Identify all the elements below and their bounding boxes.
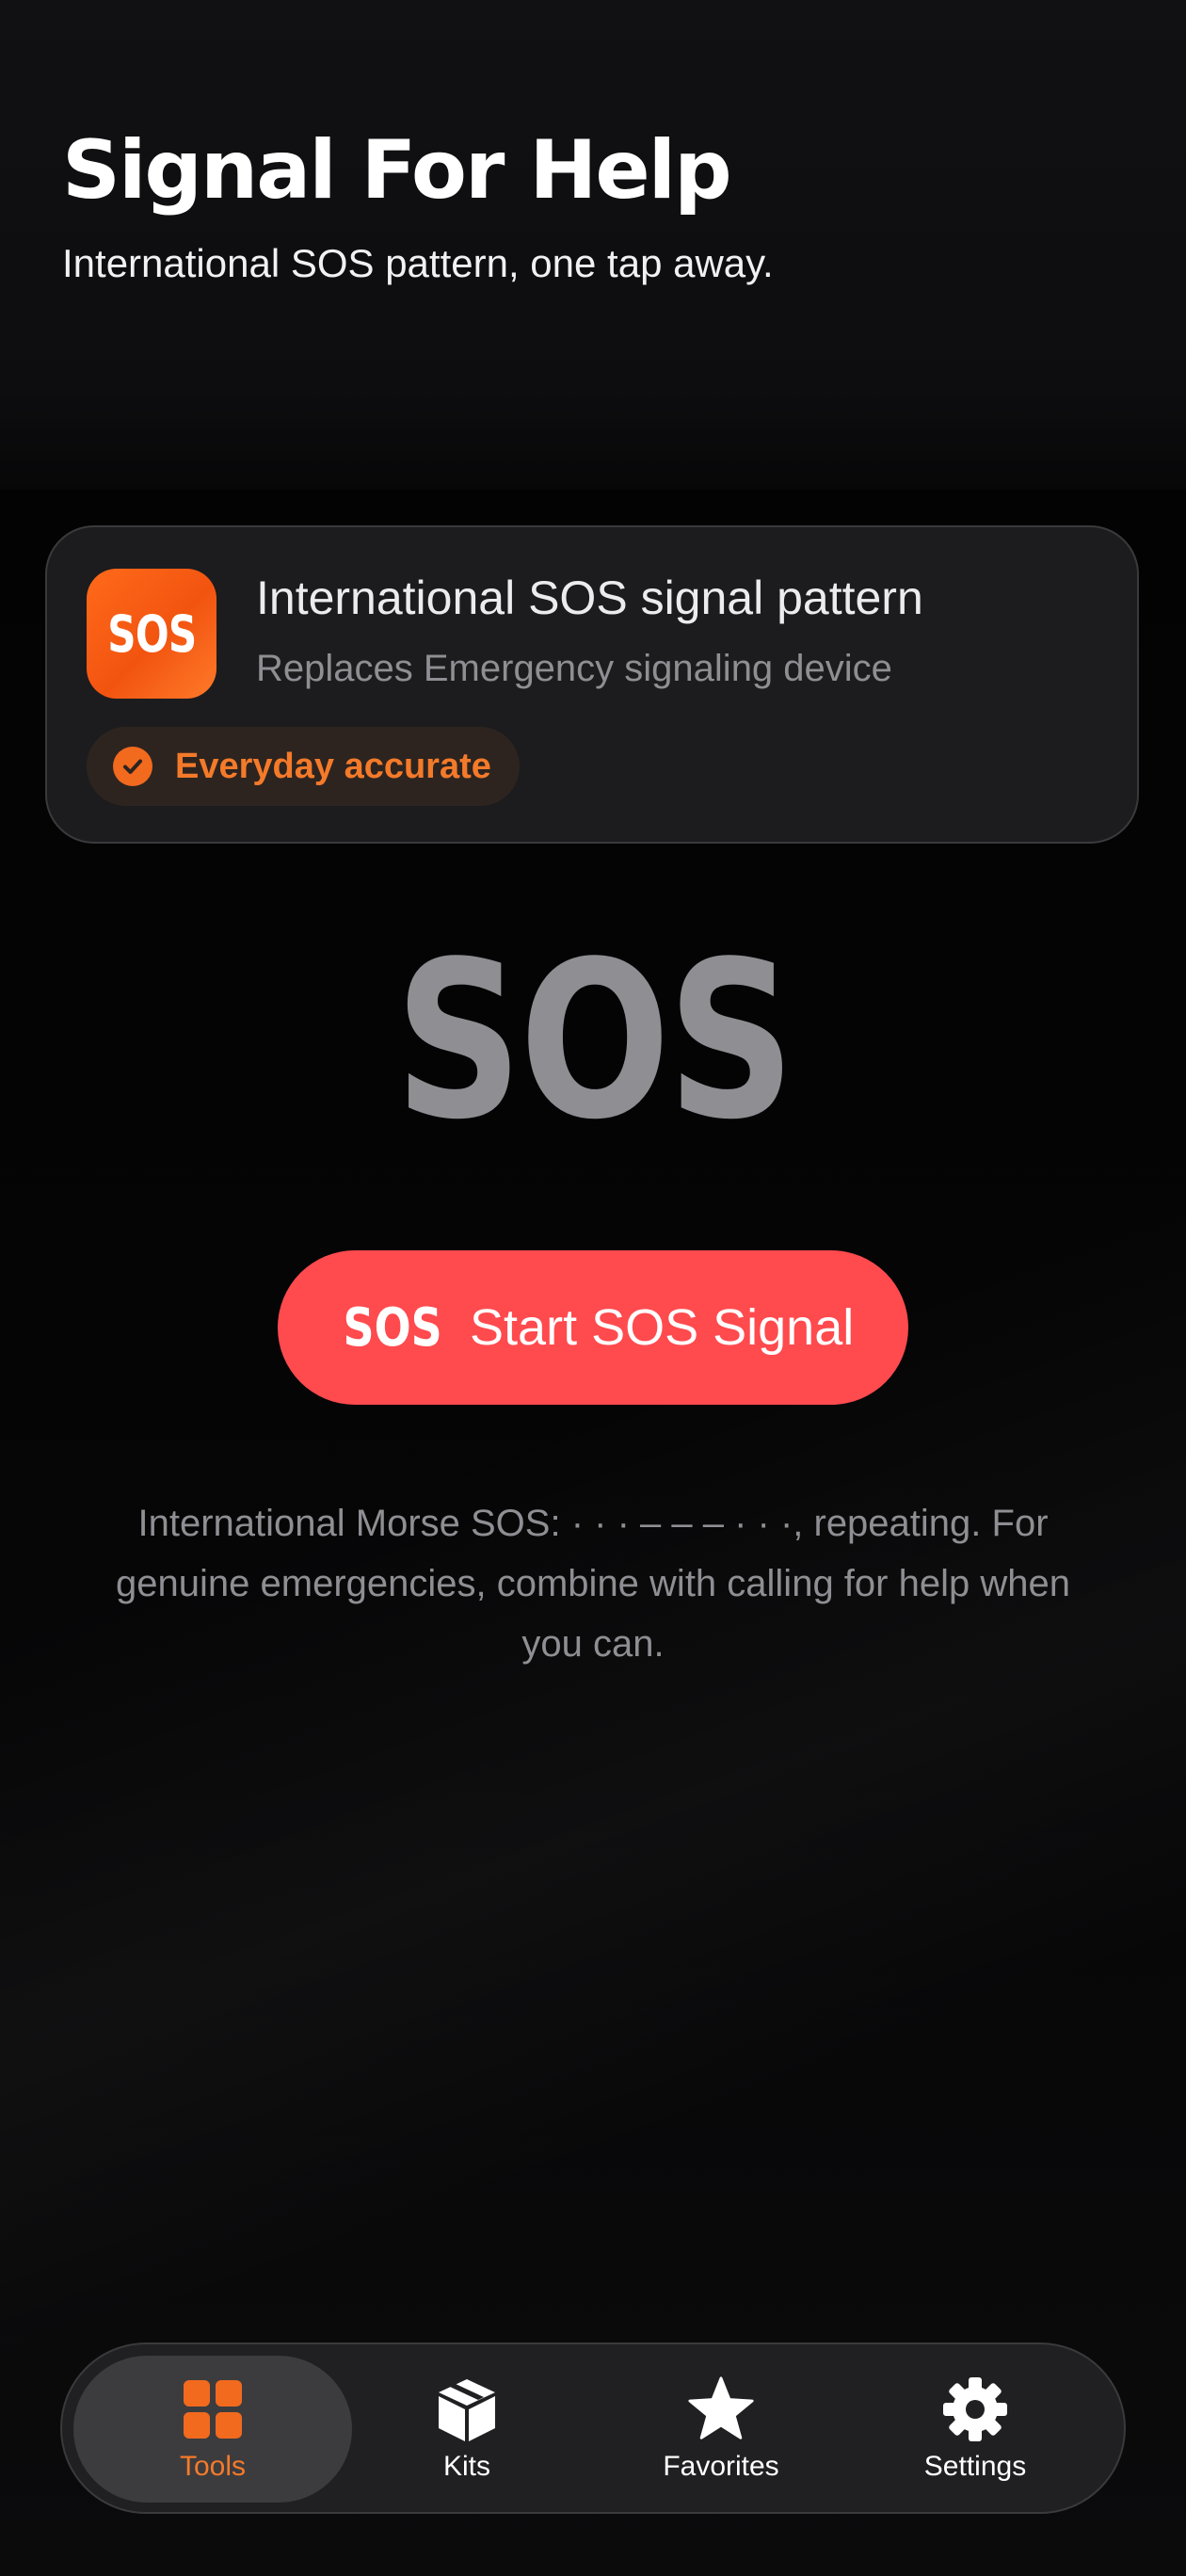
info-card: SOS International SOS signal pattern Rep…	[45, 525, 1139, 844]
sos-icon-text: SOS	[106, 604, 197, 664]
tab-settings-label: Settings	[923, 2451, 1027, 2482]
tab-bar: Tools Kits Favorites Settings	[60, 2343, 1126, 2514]
tab-tools-label: Tools	[179, 2451, 247, 2482]
start-sos-button-label: Start SOS Signal	[470, 1299, 855, 1356]
card-title: International SOS signal pattern	[256, 572, 923, 624]
tab-kits-label: Kits	[442, 2451, 490, 2482]
box-icon	[433, 2375, 501, 2443]
sos-display: SOS	[0, 934, 1186, 1151]
card-subtitle: Replaces Emergency signaling device	[256, 648, 892, 689]
tab-settings[interactable]: Settings	[836, 2356, 1114, 2503]
page-subtitle: International SOS pattern, one tap away.	[62, 241, 774, 285]
sos-display-text: SOS	[393, 916, 794, 1167]
sos-app-icon: SOS	[87, 569, 216, 699]
tab-favorites-label: Favorites	[663, 2451, 779, 2482]
tab-kits[interactable]: Kits	[328, 2356, 606, 2503]
checkmark-icon	[113, 747, 152, 786]
morse-description: International Morse SOS: · · · – – – · ·…	[116, 1503, 1070, 1665]
grid-icon	[179, 2375, 247, 2443]
sos-button-icon: SOS	[343, 1296, 442, 1359]
badge-label: Everyday accurate	[175, 746, 491, 786]
tab-favorites[interactable]: Favorites	[582, 2356, 860, 2503]
star-icon	[687, 2375, 755, 2443]
gear-icon	[941, 2375, 1009, 2443]
page-title: Signal For Help	[62, 123, 732, 217]
tab-tools[interactable]: Tools	[73, 2356, 352, 2503]
accuracy-badge: Everyday accurate	[87, 727, 520, 806]
start-sos-button[interactable]: SOS Start SOS Signal	[278, 1250, 908, 1405]
